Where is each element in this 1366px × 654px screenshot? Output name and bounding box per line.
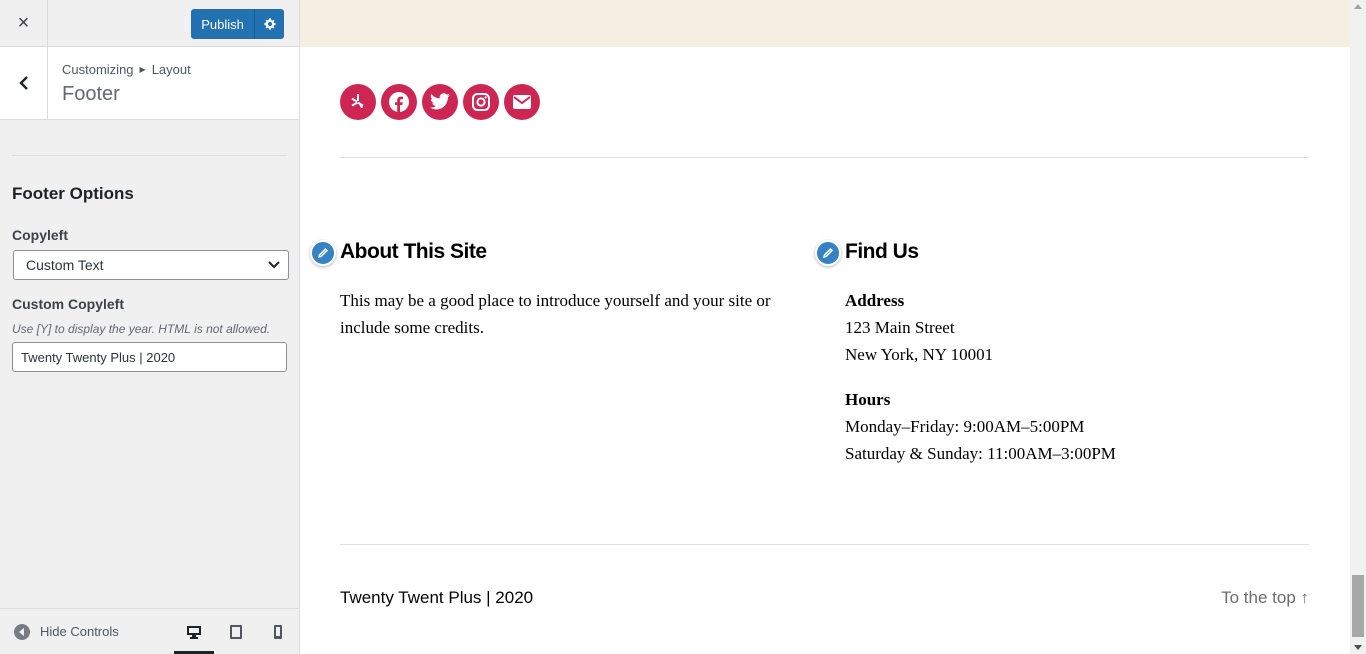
custom-copyleft-input[interactable]: Twenty Twenty Plus | 2020 bbox=[12, 342, 287, 372]
scrollbar-thumb[interactable] bbox=[1352, 575, 1364, 637]
twitter-icon bbox=[430, 93, 450, 110]
find-us-body: Address 123 Main Street New York, NY 100… bbox=[845, 287, 1295, 467]
preview-scrollbar[interactable] bbox=[1350, 0, 1366, 654]
gear-icon bbox=[263, 18, 276, 30]
copyleft-select-value: Custom Text bbox=[26, 257, 104, 273]
email-link[interactable] bbox=[504, 84, 540, 120]
custom-copyleft-description: Use [Y] to display the year. HTML is not… bbox=[12, 322, 271, 336]
close-customizer-button[interactable]: × bbox=[0, 0, 48, 46]
hours-heading: Hours bbox=[845, 390, 891, 409]
address-line: 123 Main Street bbox=[845, 318, 955, 337]
device-switcher bbox=[173, 609, 299, 654]
breadcrumb: Customizing ▶ Layout bbox=[62, 62, 191, 77]
publish-settings-button[interactable] bbox=[254, 9, 284, 39]
facebook-link[interactable] bbox=[381, 84, 417, 120]
about-text: This may be a good place to introduce yo… bbox=[340, 291, 771, 337]
publish-button[interactable]: Publish bbox=[191, 9, 254, 39]
twitter-link[interactable] bbox=[422, 84, 458, 120]
footer-separator-bottom bbox=[340, 544, 1309, 545]
breadcrumb-section: Layout bbox=[151, 62, 191, 77]
collapse-icon bbox=[14, 623, 30, 640]
customizer-sidebar: × Publish Customizing ▶ Layout Footer Fo… bbox=[0, 0, 300, 654]
breadcrumb-root: Customizing bbox=[62, 62, 134, 77]
yelp-link[interactable] bbox=[340, 84, 376, 120]
site-preview: About This Site This may be a good place… bbox=[300, 0, 1350, 654]
tablet-preview-button[interactable] bbox=[215, 609, 257, 654]
panel-divider bbox=[12, 155, 287, 156]
header-strip bbox=[300, 0, 1350, 47]
pencil-icon bbox=[317, 247, 329, 259]
section-titles: Customizing ▶ Layout Footer bbox=[48, 47, 191, 119]
chevron-left-icon bbox=[18, 76, 28, 90]
footer-copyright: Twenty Twent Plus | 2020 bbox=[340, 588, 534, 607]
hours-line: Monday–Friday: 9:00AM–5:00PM bbox=[845, 417, 1085, 436]
to-the-top-link[interactable]: To the top ↑ bbox=[1221, 588, 1309, 608]
panel-body: Footer Options Copyleft Custom Text Cust… bbox=[0, 155, 299, 372]
close-icon: × bbox=[17, 11, 30, 34]
back-button[interactable] bbox=[0, 47, 48, 119]
instagram-link[interactable] bbox=[463, 84, 499, 120]
instagram-icon bbox=[472, 93, 490, 111]
pencil-icon bbox=[822, 247, 834, 259]
tablet-icon bbox=[230, 625, 242, 639]
edit-widget-button[interactable] bbox=[815, 240, 841, 266]
customizer-footer: Hide Controls bbox=[0, 608, 299, 654]
about-title: About This Site bbox=[340, 240, 487, 263]
breadcrumb-separator-icon: ▶ bbox=[139, 65, 146, 74]
address-line: New York, NY 10001 bbox=[845, 345, 994, 364]
copyleft-select[interactable]: Custom Text bbox=[13, 250, 289, 280]
facebook-icon bbox=[389, 92, 409, 112]
address-heading: Address bbox=[845, 291, 905, 310]
footer-options-heading: Footer Options bbox=[12, 184, 134, 203]
scroll-down-arrow-icon[interactable] bbox=[1354, 645, 1362, 650]
chevron-down-icon bbox=[268, 261, 280, 269]
mail-icon bbox=[513, 95, 531, 109]
site-footer: Twenty Twent Plus | 2020 To the top ↑ bbox=[340, 588, 1309, 608]
footer-separator-top bbox=[340, 157, 1309, 158]
custom-copyleft-label: Custom Copyleft bbox=[12, 296, 124, 312]
desktop-icon bbox=[187, 626, 201, 639]
section-title: Footer bbox=[62, 83, 120, 105]
customizer-topbar: × Publish bbox=[0, 0, 299, 47]
hours-line: Saturday & Sunday: 11:00AM–3:00PM bbox=[845, 444, 1116, 463]
find-us-widget: Find Us Address 123 Main Street New York… bbox=[815, 238, 1295, 467]
copyleft-label: Copyleft bbox=[12, 227, 68, 243]
mobile-icon bbox=[274, 625, 282, 639]
mobile-preview-button[interactable] bbox=[257, 609, 299, 654]
section-header: Customizing ▶ Layout Footer bbox=[0, 47, 299, 120]
yelp-icon bbox=[351, 94, 364, 109]
scroll-up-arrow-icon[interactable] bbox=[1354, 4, 1362, 9]
hide-controls-label: Hide Controls bbox=[40, 624, 119, 639]
hide-controls-button[interactable]: Hide Controls bbox=[0, 623, 119, 640]
desktop-preview-button[interactable] bbox=[173, 609, 215, 654]
about-widget: About This Site This may be a good place… bbox=[310, 238, 790, 341]
publish-group: Publish bbox=[191, 9, 284, 39]
edit-widget-button[interactable] bbox=[310, 240, 336, 266]
find-us-title: Find Us bbox=[845, 240, 919, 263]
social-menu bbox=[340, 84, 540, 120]
